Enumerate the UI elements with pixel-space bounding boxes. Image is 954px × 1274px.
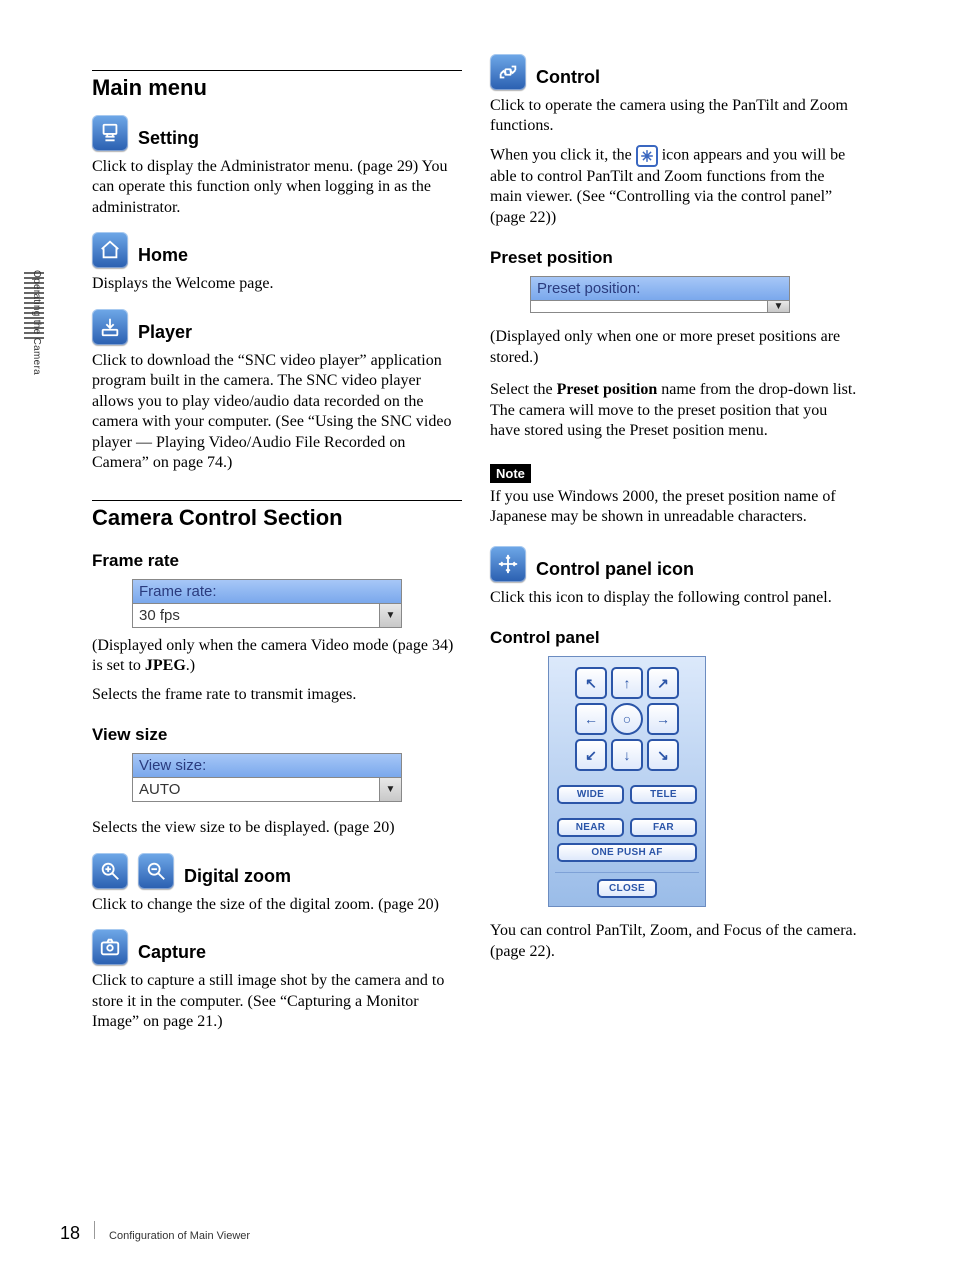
- frame-rate-value: 30 fps: [133, 604, 379, 627]
- heading-preset-position: Preset position: [490, 248, 860, 268]
- setting-text: Click to display the Administrator menu.…: [92, 157, 462, 218]
- view-size-value: AUTO: [133, 778, 379, 801]
- heading-control: Control: [536, 67, 600, 90]
- pan-left-button[interactable]: ←: [575, 703, 607, 735]
- player-text: Click to download the “SNC video player”…: [92, 351, 462, 474]
- zoom-wide-button[interactable]: WIDE: [557, 785, 624, 804]
- pan-up-left-button[interactable]: ↖: [575, 667, 607, 699]
- one-push-af-button[interactable]: ONE PUSH AF: [557, 843, 697, 862]
- preset-position-label: Preset position:: [531, 277, 789, 300]
- heading-control-panel: Control panel: [490, 628, 860, 648]
- control-text-1: Click to operate the camera using the Pa…: [490, 96, 860, 137]
- control-panel-icon-text: Click this icon to display the following…: [490, 588, 860, 608]
- frame-rate-note: (Displayed only when the camera Video mo…: [92, 636, 462, 677]
- zoom-out-icon: [138, 853, 174, 889]
- heading-player: Player: [138, 322, 192, 345]
- control-panel-icon: [490, 546, 526, 582]
- frame-rate-dropdown[interactable]: Frame rate: 30 fps ▼: [132, 579, 402, 628]
- heading-digital-zoom: Digital zoom: [184, 866, 291, 889]
- page-number: 18: [60, 1223, 80, 1244]
- note-badge: Note: [490, 464, 531, 483]
- player-icon: [92, 309, 128, 345]
- close-button[interactable]: CLOSE: [597, 879, 657, 898]
- page-footer: 18 Configuration of Main Viewer: [60, 1221, 250, 1244]
- focus-far-button[interactable]: FAR: [630, 818, 697, 837]
- view-size-label: View size:: [133, 754, 401, 777]
- preset-note: (Displayed only when one or more preset …: [490, 327, 860, 368]
- chevron-down-icon[interactable]: ▼: [379, 604, 401, 627]
- capture-icon: [92, 929, 128, 965]
- heading-capture: Capture: [138, 942, 206, 965]
- heading-main-menu: Main menu: [92, 70, 462, 101]
- footer-crumb: Configuration of Main Viewer: [109, 1230, 250, 1242]
- pan-up-right-button[interactable]: ↗: [647, 667, 679, 699]
- pan-down-right-button[interactable]: ↘: [647, 739, 679, 771]
- heading-camera-control-section: Camera Control Section: [92, 500, 462, 531]
- control-icon: [490, 54, 526, 90]
- control-panel-text: You can control PanTilt, Zoom, and Focus…: [490, 921, 860, 962]
- chevron-down-icon[interactable]: ▼: [379, 778, 401, 801]
- note-text: If you use Windows 2000, the preset posi…: [490, 487, 860, 528]
- pan-down-button[interactable]: ↓: [611, 739, 643, 771]
- view-size-text: Selects the view size to be displayed. (…: [92, 818, 462, 838]
- heading-setting: Setting: [138, 128, 199, 151]
- heading-frame-rate: Frame rate: [92, 551, 462, 571]
- view-size-dropdown[interactable]: View size: AUTO ▼: [132, 753, 402, 802]
- control-panel: ↖ ↑ ↗ ← ○ → ↙ ↓ ↘ WIDE TELE NEAR FAR ONE…: [548, 656, 706, 907]
- preset-position-value: [531, 301, 767, 312]
- pan-down-left-button[interactable]: ↙: [575, 739, 607, 771]
- digital-zoom-text: Click to change the size of the digital …: [92, 895, 462, 915]
- pan-right-button[interactable]: →: [647, 703, 679, 735]
- pantilt-inline-icon: [636, 145, 658, 167]
- home-text: Displays the Welcome page.: [92, 274, 462, 294]
- settings-icon: [92, 115, 128, 151]
- heading-control-panel-icon: Control panel icon: [536, 559, 694, 582]
- preset-text: Select the Preset position name from the…: [490, 380, 860, 441]
- focus-near-button[interactable]: NEAR: [557, 818, 624, 837]
- home-icon: [92, 232, 128, 268]
- control-text-2: When you click it, the icon appears and …: [490, 145, 860, 228]
- pan-center-button[interactable]: ○: [611, 703, 643, 735]
- heading-view-size: View size: [92, 725, 462, 745]
- side-tab-label: Operating the Camera: [31, 270, 42, 375]
- zoom-tele-button[interactable]: TELE: [630, 785, 697, 804]
- frame-rate-label: Frame rate:: [133, 580, 401, 603]
- zoom-in-icon: [92, 853, 128, 889]
- frame-rate-text: Selects the frame rate to transmit image…: [92, 685, 462, 705]
- pan-up-button[interactable]: ↑: [611, 667, 643, 699]
- capture-text: Click to capture a still image shot by t…: [92, 971, 462, 1032]
- heading-home: Home: [138, 245, 188, 268]
- chevron-down-icon[interactable]: ▼: [767, 301, 789, 312]
- preset-position-dropdown[interactable]: Preset position: ▼: [530, 276, 790, 313]
